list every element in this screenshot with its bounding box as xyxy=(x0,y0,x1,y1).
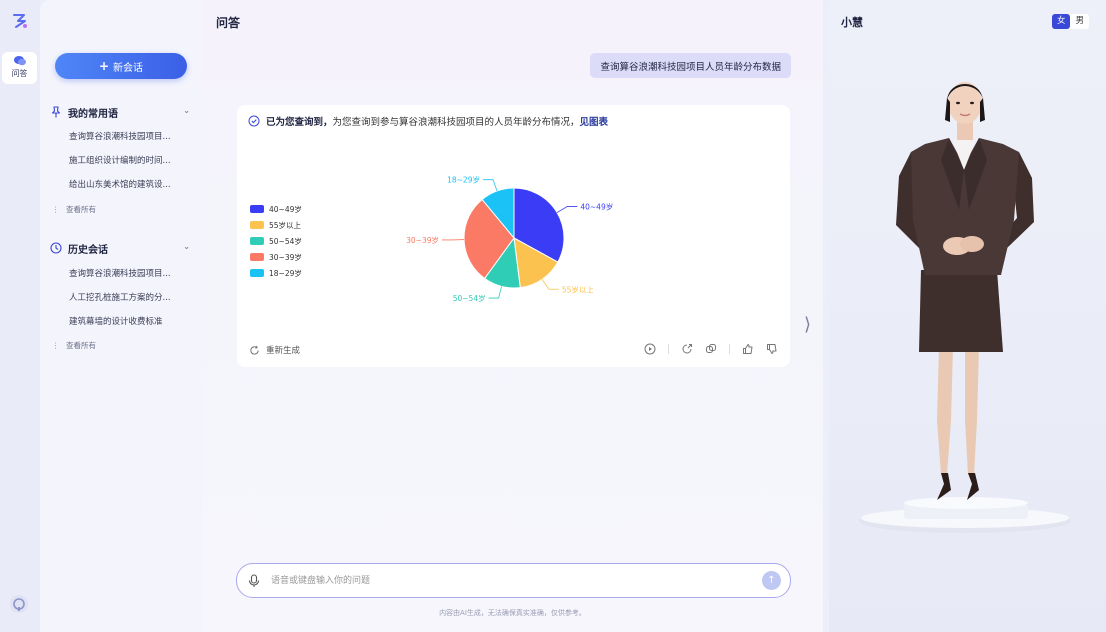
history-see-all-link[interactable]: ⋮ 查看所有 xyxy=(52,340,96,351)
thumbs-down-icon[interactable] xyxy=(766,343,778,355)
copy-icon[interactable] xyxy=(705,343,717,355)
legend-entry[interactable]: 18~29岁 xyxy=(250,265,302,281)
refresh-icon xyxy=(250,345,259,355)
microphone-icon[interactable] xyxy=(248,574,260,588)
list-item[interactable]: 给出山东美术馆的建筑设... xyxy=(69,178,187,190)
list-item[interactable]: 人工挖孔桩施工方案的分... xyxy=(69,291,187,303)
pie-slice-label: 55岁以上 xyxy=(562,284,595,294)
regenerate-label: 重新生成 xyxy=(266,346,301,356)
history-title: 历史会话 xyxy=(68,244,108,256)
favorites-header[interactable]: 我的常用语 ⌄ xyxy=(50,104,190,120)
favorites-title: 我的常用语 xyxy=(68,108,118,120)
legend-swatch xyxy=(250,237,264,245)
answer-card: 已为您查询到， 为您查询到参与算谷浪潮科技园项目的人员年龄分布情况， 见图表 4… xyxy=(237,105,790,367)
legend-label: 40~49岁 xyxy=(269,204,302,214)
pie-label-line xyxy=(488,286,502,299)
avatar-name: 小慧 xyxy=(841,16,863,29)
pie-label-line xyxy=(541,279,559,290)
legend-label: 18~29岁 xyxy=(269,268,302,278)
send-button[interactable]: ↑ xyxy=(762,571,781,590)
check-circle-icon xyxy=(248,115,260,127)
legend-label: 50~54岁 xyxy=(269,236,302,246)
new-chat-button[interactable]: + 新会话 xyxy=(55,53,187,79)
pie-slice-label: 40~49岁 xyxy=(580,201,613,211)
see-all-label: 查看所有 xyxy=(66,205,96,214)
thumbs-up-icon[interactable] xyxy=(742,343,754,355)
pie-label-line xyxy=(482,179,498,192)
legend-entry[interactable]: 50~54岁 xyxy=(250,233,302,249)
legend-entry[interactable]: 30~39岁 xyxy=(250,249,302,265)
main-area: 问答 查询算谷浪潮科技园项目人员年龄分布数据 已为您查询到， 为您查询到参与算谷… xyxy=(202,0,823,632)
disclaimer-text: 内容由AI生成，无法确保真实准确，仅供参考。 xyxy=(439,609,586,617)
more-dots-icon: ⋮ xyxy=(52,205,60,214)
avatar-panel: 小慧 女 男 xyxy=(829,0,1106,632)
more-dots-icon: ⋮ xyxy=(52,341,60,350)
help-icon[interactable] xyxy=(9,594,29,614)
legend-swatch xyxy=(250,205,264,213)
divider xyxy=(729,344,730,354)
side-panel: + 新会话 我的常用语 ⌄ 查询算谷浪潮科技园项目... 施工组织设计编制的时间… xyxy=(40,0,202,632)
gender-option-male[interactable]: 男 xyxy=(1070,14,1089,29)
see-all-label: 查看所有 xyxy=(66,341,96,350)
gender-toggle: 女 男 xyxy=(1051,14,1089,29)
left-rail: 问答 xyxy=(0,0,40,632)
regenerate-button[interactable]: 重新生成 xyxy=(249,344,300,356)
list-item[interactable]: 查询算谷浪潮科技园项目... xyxy=(69,130,187,142)
see-chart-link[interactable]: 见图表 xyxy=(580,114,609,128)
clock-icon xyxy=(50,242,62,254)
question-input-box: ↑ xyxy=(236,563,791,598)
answer-header: 已为您查询到， 为您查询到参与算谷浪潮科技园项目的人员年龄分布情况， 见图表 xyxy=(248,114,608,128)
pin-icon xyxy=(51,106,61,118)
list-item[interactable]: 查询算谷浪潮科技园项目... xyxy=(69,267,187,279)
collapse-panel-arrow-icon[interactable]: ⟩ xyxy=(804,314,811,335)
chat-bubble-icon xyxy=(13,56,26,66)
list-item[interactable]: 建筑幕墙的设计收费标准 xyxy=(69,315,187,327)
legend-swatch xyxy=(250,269,264,277)
plus-icon: + xyxy=(98,59,110,73)
answer-actions xyxy=(632,343,778,355)
user-message-bubble: 查询算谷浪潮科技园项目人员年龄分布数据 xyxy=(590,53,791,78)
new-chat-label: 新会话 xyxy=(113,62,144,74)
pie-slice-label: 50~54岁 xyxy=(453,293,486,303)
legend-label: 30~39岁 xyxy=(269,252,302,262)
history-header[interactable]: 历史会话 ⌄ xyxy=(50,240,190,256)
arrow-up-icon: ↑ xyxy=(767,575,776,586)
digital-human-avatar xyxy=(859,82,1071,533)
legend-swatch xyxy=(250,253,264,261)
legend-label: 55岁以上 xyxy=(269,220,302,230)
gender-option-female[interactable]: 女 xyxy=(1051,14,1071,29)
app-logo-icon xyxy=(13,14,27,28)
answer-body: 为您查询到参与算谷浪潮科技园项目的人员年龄分布情况， xyxy=(332,117,580,128)
list-item[interactable]: 施工组织设计编制的时间... xyxy=(69,154,187,166)
share-icon[interactable] xyxy=(681,343,693,355)
pie-slice-label: 30~39岁 xyxy=(406,235,439,245)
favorites-see-all-link[interactable]: ⋮ 查看所有 xyxy=(52,204,96,215)
legend-entry[interactable]: 40~49岁 xyxy=(250,201,302,217)
page-title: 问答 xyxy=(216,16,241,30)
chevron-down-icon[interactable]: ⌄ xyxy=(183,106,190,115)
divider xyxy=(668,344,669,354)
pie-chart: 40~49岁 55岁以上 50~54岁 30~39岁 18~29岁 xyxy=(406,175,613,303)
play-icon[interactable] xyxy=(644,343,656,355)
chevron-down-icon[interactable]: ⌄ xyxy=(183,242,190,251)
legend-swatch xyxy=(250,221,264,229)
nav-item-label: 问答 xyxy=(11,69,28,78)
legend-entry[interactable]: 55岁以上 xyxy=(250,217,302,233)
chart-legend: 40~49岁 55岁以上 50~54岁 30~39岁 18~29岁 xyxy=(250,201,302,281)
question-input[interactable] xyxy=(271,572,741,590)
pie-slice-label: 18~29岁 xyxy=(447,175,480,185)
nav-item-qa[interactable]: 问答 xyxy=(2,52,37,84)
answer-lead: 已为您查询到， xyxy=(266,117,333,128)
pie-label-line xyxy=(556,206,578,213)
